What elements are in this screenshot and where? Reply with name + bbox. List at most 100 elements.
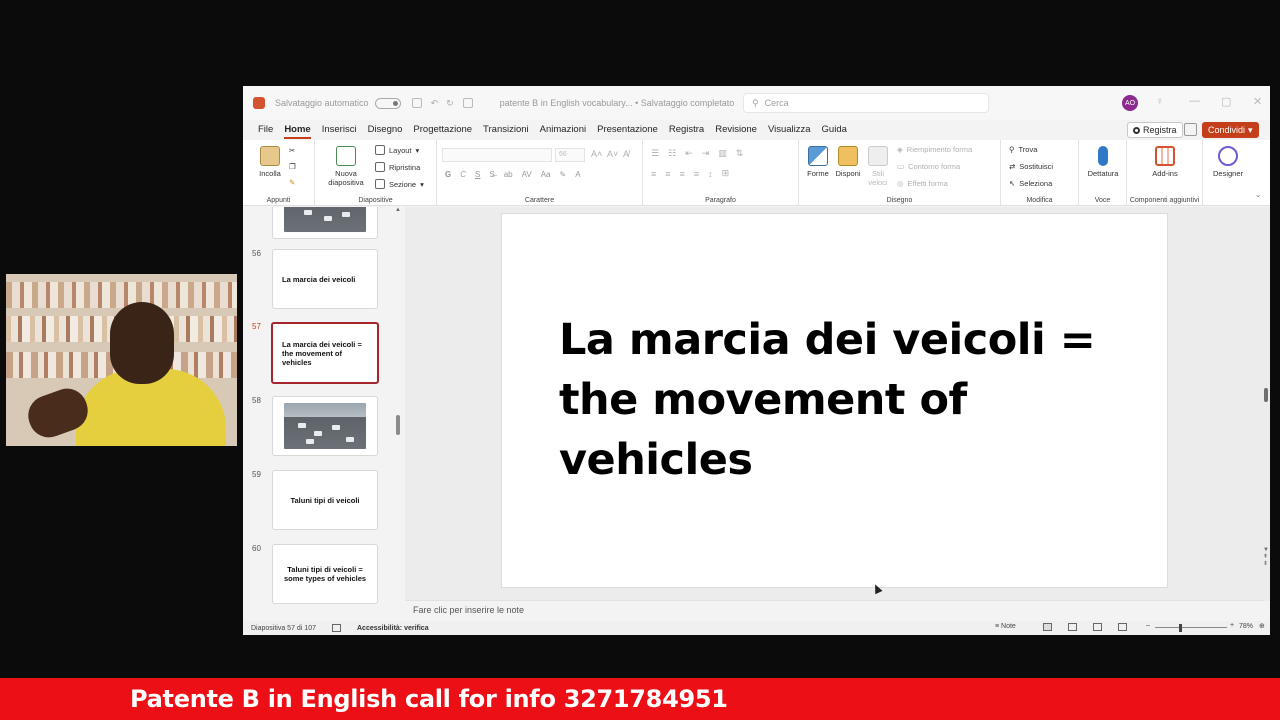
spellcheck-icon[interactable] [332, 624, 341, 632]
present-icon[interactable] [462, 98, 473, 108]
slide-scrollbar[interactable]: ▼ ⇞ ⇟ [1263, 207, 1270, 587]
font-family-select[interactable] [442, 148, 552, 162]
save-icon[interactable] [411, 98, 422, 108]
slide-scroll-thumb[interactable] [1264, 388, 1268, 402]
line-spacing-icon[interactable]: ↕ [708, 169, 713, 179]
slide-thumbnail-55[interactable] [272, 207, 378, 239]
close-icon[interactable]: ✕ [1253, 95, 1262, 108]
tab-transitions[interactable]: Transizioni [483, 120, 529, 140]
clear-format-icon[interactable]: A̸ [623, 149, 629, 159]
strikethrough-icon[interactable]: S̶ [489, 170, 494, 179]
align-right-icon[interactable]: ≡ [680, 169, 685, 179]
thumbnail-scrollbar[interactable]: ▲ [395, 207, 401, 617]
undo-icon[interactable]: ↶ [431, 98, 439, 109]
ribbon-expand-icon[interactable]: ⌄ [1255, 190, 1261, 199]
underline-icon[interactable]: S [475, 170, 480, 179]
current-slide[interactable]: La marcia dei veicoli = the movement of … [501, 213, 1168, 588]
quick-styles-button[interactable]: Stili veloci [863, 146, 893, 187]
addins-button[interactable]: Add-ins [1145, 146, 1185, 178]
tab-design[interactable]: Progettazione [413, 120, 472, 140]
new-slide-button[interactable]: Nuova diapositiva [321, 146, 371, 187]
layout-button[interactable]: Layout ▾ [375, 145, 419, 155]
tab-record[interactable]: Registra [669, 120, 704, 140]
normal-view-icon[interactable] [1043, 623, 1052, 631]
increase-indent-icon[interactable]: ⇥ [702, 148, 710, 159]
tab-file[interactable]: File [258, 120, 273, 140]
highlight-icon[interactable]: ✎ [559, 170, 566, 179]
bullets-icon[interactable]: ☰ [651, 148, 659, 159]
slide-sorter-icon[interactable] [1068, 623, 1077, 631]
share-button[interactable]: Condividi ▾ [1202, 122, 1259, 138]
numbering-icon[interactable]: ☷ [668, 148, 676, 159]
thumbnail-scroll-thumb[interactable] [396, 415, 400, 435]
smartart-icon[interactable]: ⊞ [722, 168, 730, 179]
slide-title-text[interactable]: La marcia dei veicoli = the movement of … [559, 310, 1119, 490]
slide-thumbnail-58[interactable] [272, 396, 378, 456]
shape-effects-button[interactable]: ◎ Effetti forma [897, 179, 948, 188]
format-painter-icon[interactable]: ✎ [289, 178, 295, 187]
copy-icon[interactable]: ❐ [289, 162, 296, 171]
zoom-slider[interactable] [1155, 627, 1227, 628]
decrease-indent-icon[interactable]: ⇤ [685, 148, 693, 159]
notes-pane[interactable]: Fare clic per inserire le note [405, 600, 1263, 620]
redo-icon[interactable]: ↻ [446, 98, 454, 109]
cut-icon[interactable]: ✂ [289, 146, 295, 155]
section-button[interactable]: Sezione ▾ [375, 179, 424, 189]
shape-outline-button[interactable]: ▭ Contorno forma [897, 162, 960, 171]
shape-fill-button[interactable]: ◈ Riempimento forma [897, 145, 972, 154]
columns-icon[interactable]: ▥ [718, 148, 727, 159]
shapes-button[interactable]: Forme [804, 146, 832, 178]
zoom-level[interactable]: 78% [1239, 623, 1253, 630]
change-case-icon[interactable]: Aa [541, 170, 551, 179]
reading-view-icon[interactable] [1093, 623, 1102, 631]
lightbulb-icon[interactable]: ♀ [1156, 96, 1164, 107]
fit-slide-icon[interactable]: ⊕ [1259, 622, 1265, 630]
slideshow-icon[interactable] [1118, 623, 1127, 631]
scroll-down-icon[interactable]: ▼ ⇞ ⇟ [1263, 547, 1269, 568]
align-center-icon[interactable]: ≡ [665, 169, 670, 179]
comment-icon[interactable] [1184, 123, 1197, 136]
tab-review[interactable]: Revisione [715, 120, 757, 140]
restore-icon[interactable]: ▢ [1221, 95, 1231, 108]
minimize-icon[interactable]: — [1189, 95, 1200, 107]
designer-button[interactable]: Designer [1207, 146, 1249, 178]
dictate-button[interactable]: Dettatura [1083, 146, 1123, 178]
char-spacing-icon[interactable]: AV [522, 170, 532, 179]
tab-insert[interactable]: Inserisci [322, 120, 357, 140]
tab-help[interactable]: Guida [822, 120, 847, 140]
reset-button[interactable]: Ripristina [375, 162, 420, 172]
text-direction-icon[interactable]: ⇅ [736, 148, 744, 159]
text-effect-icon[interactable]: ab [504, 170, 513, 179]
zoom-in-icon[interactable]: + [1230, 622, 1234, 629]
paste-button[interactable]: Incolla [255, 146, 285, 178]
justify-icon[interactable]: ≡ [694, 169, 699, 179]
bold-icon[interactable]: G [445, 170, 451, 179]
select-button[interactable]: ↖ Seleziona [1009, 179, 1052, 188]
search-box[interactable]: ⚲ Cerca [743, 93, 989, 113]
tab-slideshow[interactable]: Presentazione [597, 120, 658, 140]
find-button[interactable]: ⚲ Trova [1009, 145, 1037, 154]
slide-thumbnail-59[interactable]: Taluni tipi di veicoli [272, 470, 378, 530]
record-button[interactable]: Registra [1127, 122, 1183, 138]
accessibility-status[interactable]: Accessibilità: verifica [357, 625, 429, 632]
tab-home[interactable]: Home [284, 120, 312, 140]
autosave-toggle[interactable] [374, 97, 401, 109]
zoom-slider-thumb[interactable] [1179, 624, 1182, 632]
scroll-up-icon[interactable]: ▲ [395, 207, 401, 213]
slide-thumbnail-57[interactable]: La marcia dei veicoli = the movement of … [271, 322, 379, 384]
italic-icon[interactable]: C [460, 170, 466, 179]
align-left-icon[interactable]: ≡ [651, 169, 656, 179]
font-size-select[interactable]: 66 [555, 148, 585, 162]
slide-thumbnail-56[interactable]: La marcia dei veicoli [272, 249, 378, 309]
tab-view[interactable]: Visualizza [768, 120, 811, 140]
zoom-out-icon[interactable]: – [1146, 622, 1150, 629]
grow-font-icon[interactable]: A˄ [591, 149, 602, 159]
tab-animations[interactable]: Animazioni [540, 120, 586, 140]
font-color-icon[interactable]: A [575, 170, 580, 179]
shrink-font-icon[interactable]: A˅ [607, 149, 618, 159]
notes-toggle-button[interactable]: ≡ Note [995, 623, 1016, 630]
arrange-button[interactable]: Disponi [833, 146, 863, 178]
document-title[interactable]: patente B in English vocabulary... • Sal… [500, 98, 735, 108]
tab-draw[interactable]: Disegno [368, 120, 403, 140]
slide-thumbnail-60[interactable]: Taluni tipi di veicoli = some types of v… [272, 544, 378, 604]
